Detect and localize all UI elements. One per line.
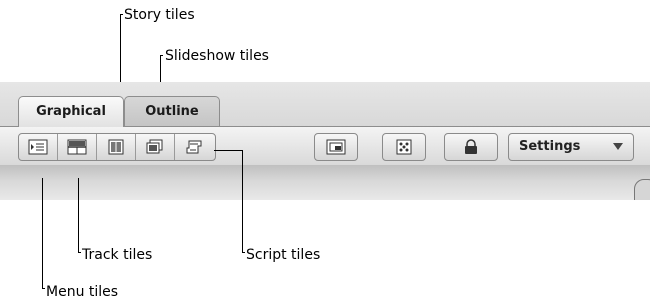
leader-menu bbox=[42, 178, 43, 288]
story-tile-icon bbox=[108, 139, 124, 155]
title-safe-button[interactable] bbox=[314, 133, 358, 161]
scroll-knob[interactable] bbox=[634, 179, 650, 200]
settings-popup[interactable]: Settings bbox=[508, 133, 634, 161]
leader-menu-tick bbox=[42, 288, 45, 289]
callout-track-tiles: Track tiles bbox=[82, 247, 153, 263]
leader-track-tick bbox=[78, 252, 81, 253]
canvas-area bbox=[0, 165, 650, 200]
track-tiles-button[interactable] bbox=[58, 134, 97, 160]
leader-slideshow-tick bbox=[160, 55, 163, 56]
leader-track bbox=[78, 178, 79, 252]
leader-script-h bbox=[214, 150, 242, 151]
toolbar: Settings bbox=[0, 127, 650, 165]
callout-story-tiles: Story tiles bbox=[124, 7, 195, 23]
callout-script-tiles: Script tiles bbox=[246, 247, 321, 263]
leader-script-tick bbox=[242, 252, 245, 253]
display-button[interactable] bbox=[382, 133, 426, 161]
track-tile-icon bbox=[67, 139, 87, 155]
slideshow-tile-icon bbox=[146, 139, 163, 154]
tile-view-buttons bbox=[18, 133, 216, 161]
leader-script bbox=[242, 150, 243, 253]
menu-tiles-button[interactable] bbox=[19, 134, 58, 160]
leader-story-tick bbox=[120, 14, 123, 15]
tab-outline[interactable]: Outline bbox=[124, 96, 220, 127]
script-tile-icon bbox=[186, 140, 202, 154]
slideshow-tiles-button[interactable] bbox=[136, 134, 175, 160]
callout-menu-tiles: Menu tiles bbox=[46, 284, 119, 300]
menu-tile-icon bbox=[28, 139, 48, 155]
chevron-down-icon bbox=[613, 143, 623, 150]
title-safe-icon bbox=[326, 139, 346, 155]
tab-graphical[interactable]: Graphical bbox=[18, 96, 124, 127]
lock-button[interactable] bbox=[444, 133, 498, 161]
script-tiles-button[interactable] bbox=[175, 134, 215, 160]
dice-icon bbox=[396, 139, 412, 155]
callout-slideshow-tiles: Slideshow tiles bbox=[165, 48, 269, 64]
editor-window: Graphical Outline Settings bbox=[0, 82, 650, 200]
settings-label: Settings bbox=[519, 139, 581, 154]
lock-icon bbox=[465, 139, 477, 154]
story-tiles-button[interactable] bbox=[97, 134, 136, 160]
